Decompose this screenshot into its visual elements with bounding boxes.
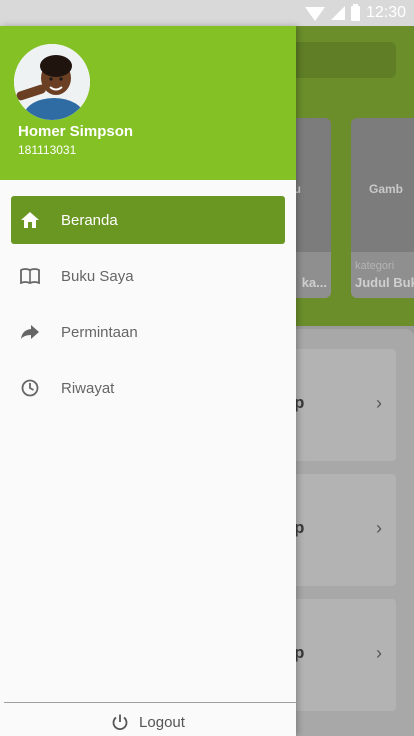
menu-item-riwayat[interactable]: Riwayat [11, 364, 285, 412]
background-card-book: ka... [301, 275, 327, 290]
cell-signal-icon [330, 6, 345, 20]
chevron-right-icon: › [376, 518, 382, 538]
wifi-icon [304, 7, 325, 21]
avatar-photo [14, 44, 90, 120]
background-card-book: Judul Buk [355, 275, 414, 290]
divider [4, 702, 296, 703]
menu-item-label: Riwayat [61, 379, 115, 397]
background-book-card: Gamb kategori Judul Buk [351, 118, 414, 298]
background-card-title: Gamb [368, 182, 403, 196]
clock-icon [19, 377, 41, 399]
chevron-right-icon: › [376, 643, 382, 663]
menu-item-label: Buku Saya [61, 267, 134, 285]
chevron-right-icon: › [376, 393, 382, 413]
drawer-header: Homer Simpson 181113031 [0, 26, 296, 180]
menu-item-label: Permintaan [61, 323, 138, 341]
drawer-menu: Beranda Buku Saya Permintaan Riwayat [0, 196, 296, 420]
menu-item-buku-saya[interactable]: Buku Saya [11, 252, 285, 300]
battery-icon [350, 3, 360, 21]
user-id: 181113031 [18, 143, 77, 157]
status-icons: 12:30 [304, 3, 406, 22]
home-icon [19, 209, 41, 231]
menu-item-beranda[interactable]: Beranda [11, 196, 285, 244]
status-time: 12:30 [365, 4, 406, 21]
logout-button[interactable]: Logout [0, 708, 296, 736]
background-card-category: kategori [355, 260, 395, 272]
menu-item-permintaan[interactable]: Permintaan [11, 308, 285, 356]
user-name: Homer Simpson [18, 123, 134, 140]
share-arrow-icon [19, 321, 41, 343]
menu-item-label: Beranda [61, 211, 118, 229]
logout-label: Logout [139, 713, 185, 731]
status-bar: 12:30 [0, 0, 414, 26]
avatar[interactable] [14, 44, 90, 120]
book-icon [19, 265, 41, 287]
navigation-drawer: Homer Simpson 181113031 Beranda Buku Say… [0, 26, 296, 736]
power-icon [112, 714, 128, 731]
